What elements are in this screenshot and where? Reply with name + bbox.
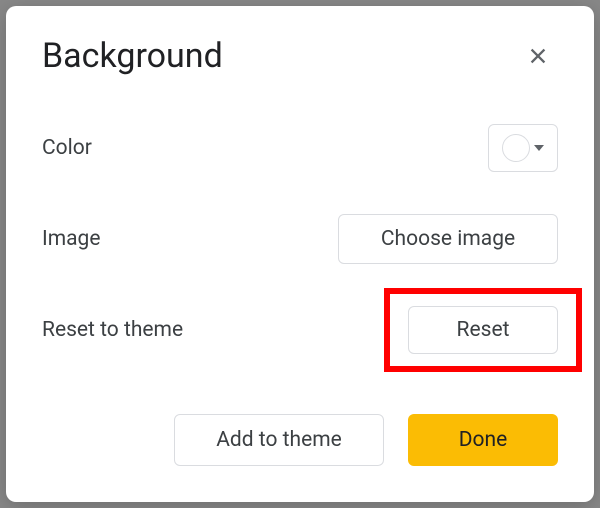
color-label: Color — [42, 136, 92, 160]
add-to-theme-button[interactable]: Add to theme — [174, 414, 384, 466]
color-picker-button[interactable] — [488, 124, 558, 172]
reset-button[interactable]: Reset — [408, 306, 558, 354]
reset-row: Reset to theme Reset — [42, 306, 558, 354]
dialog-header: Background — [42, 36, 558, 76]
close-icon — [527, 45, 549, 67]
image-label: Image — [42, 227, 100, 251]
close-button[interactable] — [518, 36, 558, 76]
chevron-down-icon — [534, 145, 544, 151]
choose-image-button[interactable]: Choose image — [338, 214, 558, 264]
done-button[interactable]: Done — [408, 414, 558, 466]
dialog-title: Background — [42, 36, 223, 76]
reset-label: Reset to theme — [42, 318, 183, 342]
color-row: Color — [42, 124, 558, 172]
color-swatch-icon — [502, 134, 530, 162]
image-row: Image Choose image — [42, 214, 558, 264]
reset-highlight-wrap: Reset — [408, 306, 558, 354]
background-dialog: Background Color Image Choose image Rese… — [6, 6, 594, 502]
dialog-footer: Add to theme Done — [42, 414, 558, 466]
